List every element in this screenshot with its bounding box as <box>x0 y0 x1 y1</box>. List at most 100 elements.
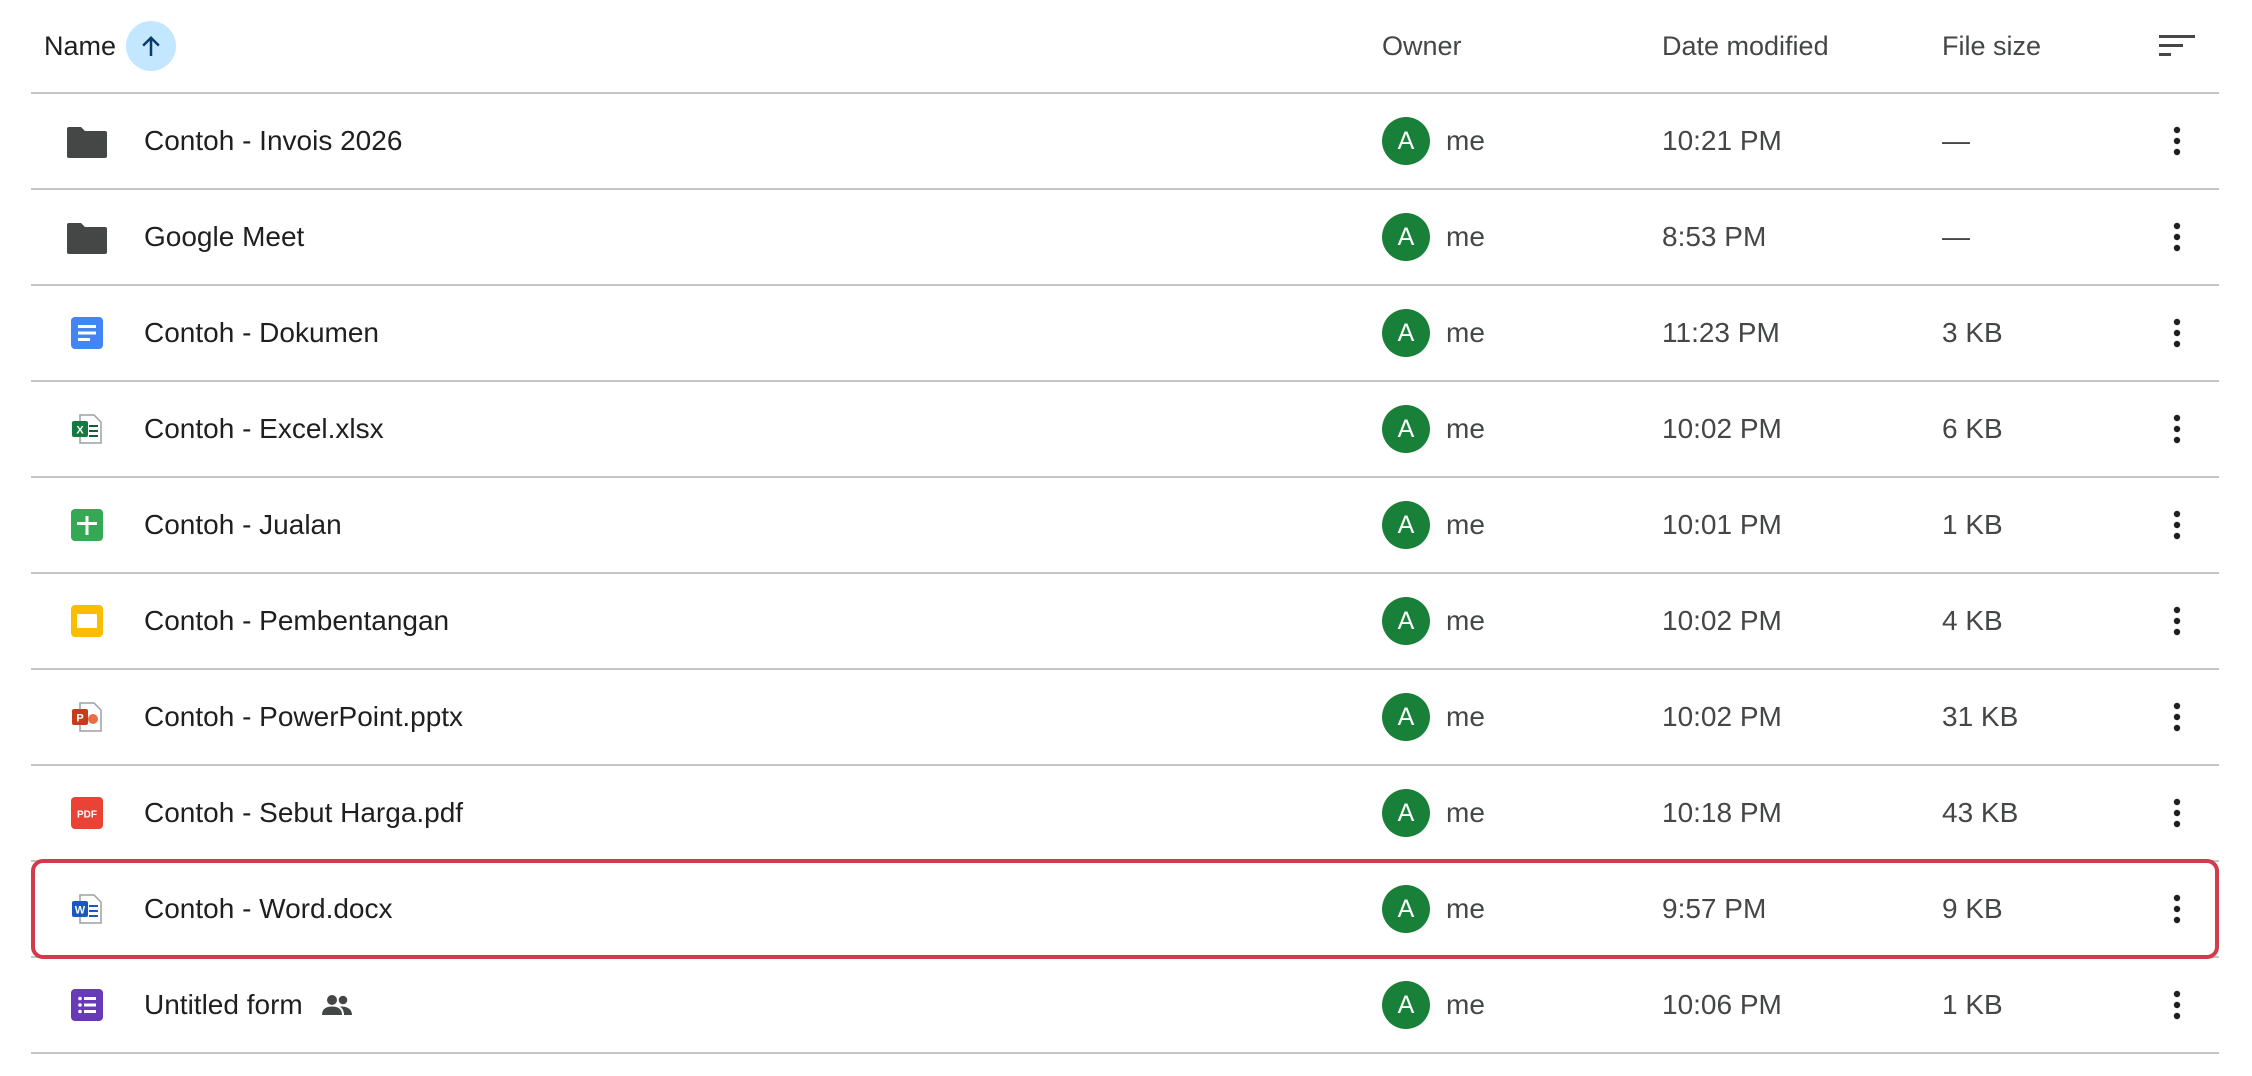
more-actions-button[interactable] <box>2155 766 2199 860</box>
avatar: A <box>1382 309 1430 357</box>
pdf-icon: PDF <box>65 766 109 860</box>
file-size-column-header[interactable]: File size <box>1942 0 2041 92</box>
file-name-cell[interactable]: Contoh - Word.docx <box>144 862 393 956</box>
file-name: Contoh - Invois 2026 <box>144 125 403 156</box>
avatar: A <box>1382 405 1430 453</box>
date-modified-cell: 10:21 PM <box>1662 125 1782 156</box>
file-row[interactable]: P Contoh - PowerPoint.pptx A me 10:02 PM… <box>31 670 2219 766</box>
file-size-cell: 4 KB <box>1942 605 2003 636</box>
date-modified-cell: 8:53 PM <box>1662 221 1767 252</box>
svg-text:W: W <box>75 905 86 917</box>
file-name-cell[interactable]: Contoh - Dokumen <box>144 286 379 380</box>
file-name-cell[interactable]: Contoh - PowerPoint.pptx <box>144 670 463 764</box>
folder-icon <box>65 94 109 188</box>
more-vert-icon <box>2173 990 2181 1020</box>
file-rows: Contoh - Invois 2026 A me 10:21 PM — Goo… <box>31 94 2219 1054</box>
file-name-cell[interactable]: Contoh - Sebut Harga.pdf <box>144 766 463 860</box>
file-row[interactable]: Untitled form A me 10:06 PM 1 KB <box>31 958 2219 1054</box>
file-row[interactable]: Contoh - Dokumen A me 11:23 PM 3 KB <box>31 286 2219 382</box>
more-vert-icon <box>2173 318 2181 348</box>
sort-direction-button[interactable] <box>126 21 177 71</box>
google-forms-icon <box>65 958 109 1052</box>
owner-name: me <box>1446 893 1485 924</box>
file-name-cell[interactable]: Contoh - Invois 2026 <box>144 94 402 188</box>
more-actions-button[interactable] <box>2155 958 2199 1052</box>
svg-text:PDF: PDF <box>77 810 97 821</box>
file-row[interactable]: Google Meet A me 8:53 PM — <box>31 190 2219 286</box>
more-vert-icon <box>2173 222 2181 252</box>
google-sheets-icon <box>65 478 109 572</box>
file-name: Contoh - Sebut Harga.pdf <box>144 797 464 828</box>
owner-cell: A me <box>1382 190 1485 284</box>
more-vert-icon <box>2173 510 2181 540</box>
sort-options-button[interactable] <box>2155 0 2199 92</box>
file-row[interactable]: W Contoh - Word.docx A me 9:57 PM 9 KB <box>31 859 2219 959</box>
more-actions-button[interactable] <box>2155 382 2199 476</box>
google-slides-icon <box>65 574 109 668</box>
owner-name: me <box>1446 413 1485 444</box>
owner-name: me <box>1446 701 1485 732</box>
file-row[interactable]: X Contoh - Excel.xlsx A me 10:02 PM 6 KB <box>31 382 2219 478</box>
owner-column-header[interactable]: Owner <box>1382 0 1462 92</box>
file-list-header: Name Owner Date modified File size <box>31 0 2219 94</box>
more-vert-icon <box>2173 126 2181 156</box>
file-name-cell[interactable]: Contoh - Pembentangan <box>144 574 449 668</box>
file-name-cell[interactable]: Google Meet <box>144 190 304 284</box>
file-row[interactable]: Contoh - Invois 2026 A me 10:21 PM — <box>31 94 2219 190</box>
more-actions-button[interactable] <box>2155 286 2199 380</box>
avatar: A <box>1382 885 1430 933</box>
owner-name: me <box>1446 221 1485 252</box>
owner-name: me <box>1446 509 1485 540</box>
word-icon: W <box>65 862 109 956</box>
svg-text:X: X <box>76 425 84 437</box>
more-vert-icon <box>2173 414 2181 444</box>
file-row[interactable]: Contoh - Jualan A me 10:01 PM 1 KB <box>31 478 2219 574</box>
file-size-cell: 43 KB <box>1942 797 2019 828</box>
avatar: A <box>1382 597 1430 645</box>
file-name: Contoh - Excel.xlsx <box>144 413 384 444</box>
owner-name: me <box>1446 605 1485 636</box>
file-size-cell: 1 KB <box>1942 509 2003 540</box>
date-modified-cell: 10:06 PM <box>1662 989 1782 1020</box>
date-modified-cell: 10:01 PM <box>1662 509 1782 540</box>
file-name: Untitled form <box>144 989 303 1020</box>
file-size-cell: 31 KB <box>1942 701 2019 732</box>
file-row[interactable]: PDF Contoh - Sebut Harga.pdf A me 10:18 … <box>31 766 2219 862</box>
more-actions-button[interactable] <box>2155 478 2199 572</box>
file-size-cell: 9 KB <box>1942 893 2003 924</box>
avatar: A <box>1382 501 1430 549</box>
more-vert-icon <box>2173 606 2181 636</box>
owner-cell: A me <box>1382 862 1485 956</box>
more-vert-icon <box>2173 798 2181 828</box>
date-modified-column-header[interactable]: Date modified <box>1662 0 1829 92</box>
shared-people-icon <box>321 994 353 1016</box>
avatar: A <box>1382 213 1430 261</box>
file-name: Contoh - Dokumen <box>144 317 380 348</box>
owner-cell: A me <box>1382 958 1485 1052</box>
owner-cell: A me <box>1382 94 1485 188</box>
file-name-cell[interactable]: Contoh - Excel.xlsx <box>144 382 384 476</box>
avatar: A <box>1382 693 1430 741</box>
file-name: Contoh - PowerPoint.pptx <box>144 701 464 732</box>
file-size-cell: 3 KB <box>1942 317 2003 348</box>
arrow-up-icon <box>142 36 160 56</box>
file-row[interactable]: Contoh - Pembentangan A me 10:02 PM 4 KB <box>31 574 2219 670</box>
avatar: A <box>1382 789 1430 837</box>
owner-cell: A me <box>1382 670 1485 764</box>
more-actions-button[interactable] <box>2155 574 2199 668</box>
owner-name: me <box>1446 317 1485 348</box>
more-actions-button[interactable] <box>2155 862 2199 956</box>
more-actions-button[interactable] <box>2155 94 2199 188</box>
date-modified-cell: 10:02 PM <box>1662 605 1782 636</box>
name-column-header[interactable]: Name <box>44 0 177 92</box>
svg-text:P: P <box>76 713 83 725</box>
file-size-cell: — <box>1942 221 1970 252</box>
more-actions-button[interactable] <box>2155 190 2199 284</box>
file-size-cell: 6 KB <box>1942 413 2003 444</box>
more-vert-icon <box>2173 702 2181 732</box>
file-name-cell[interactable]: Contoh - Jualan <box>144 478 342 572</box>
date-modified-cell: 11:23 PM <box>1662 317 1780 348</box>
more-actions-button[interactable] <box>2155 670 2199 764</box>
file-name-cell[interactable]: Untitled form <box>144 958 353 1052</box>
sort-lines-icon <box>2159 35 2195 56</box>
